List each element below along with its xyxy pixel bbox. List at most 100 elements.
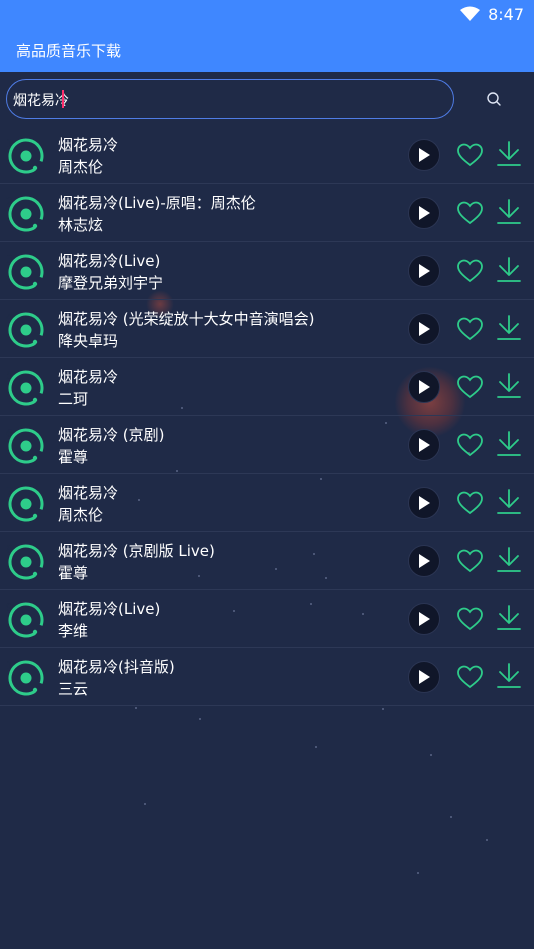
play-button[interactable]: [408, 197, 440, 229]
search-input[interactable]: [11, 87, 445, 113]
song-artist: 摩登兄弟刘宇宁: [58, 274, 164, 292]
background-dot: [135, 707, 137, 709]
text-cursor: [62, 90, 64, 108]
song-title: 烟花易冷(Live): [58, 600, 161, 618]
song-row[interactable]: 3 烟花易冷(Live) 摩登兄弟刘宇宁: [0, 243, 534, 300]
download-icon[interactable]: [496, 198, 522, 226]
music-disc-icon: [8, 486, 44, 522]
song-row[interactable]: 5 烟花易冷 二珂: [0, 359, 534, 416]
song-row[interactable]: 4 烟花易冷 (光荣绽放十大女中音演唱会) 降央卓玛: [0, 301, 534, 358]
search-icon: [487, 92, 501, 106]
song-artist: 霍尊: [58, 564, 89, 582]
download-icon[interactable]: [496, 372, 522, 400]
song-artist: 霍尊: [58, 448, 89, 466]
heart-icon[interactable]: [457, 665, 483, 689]
status-bar: 8:47: [0, 0, 534, 28]
song-row[interactable]: 2 烟花易冷(Live)-原唱：周杰伦 林志炫: [0, 185, 534, 242]
song-artist: 李维: [58, 622, 89, 640]
song-title: 烟花易冷: [58, 136, 119, 154]
song-artist: 周杰伦: [58, 158, 104, 176]
background-dot: [315, 746, 317, 748]
music-disc-icon: [8, 428, 44, 464]
play-button[interactable]: [408, 487, 440, 519]
song-artist: 降央卓玛: [58, 332, 119, 350]
song-title: 烟花易冷 (光荣绽放十大女中音演唱会): [58, 310, 315, 328]
music-disc-icon: [8, 196, 44, 232]
play-button[interactable]: [408, 603, 440, 635]
music-disc-icon: [8, 660, 44, 696]
song-row[interactable]: 7 烟花易冷 周杰伦: [0, 475, 534, 532]
background-dot: [417, 872, 419, 874]
song-title: 烟花易冷(Live)-原唱：周杰伦: [58, 194, 256, 212]
heart-icon[interactable]: [457, 549, 483, 573]
background-dot: [199, 718, 201, 720]
song-title: 烟花易冷 (京剧): [58, 426, 165, 444]
play-icon: [419, 496, 430, 510]
song-title: 烟花易冷(Live): [58, 252, 161, 270]
song-artist: 三云: [58, 680, 89, 698]
background-dot: [486, 839, 488, 841]
search-button[interactable]: [474, 80, 514, 118]
song-artist: 二珂: [58, 390, 89, 408]
music-disc-icon: [8, 138, 44, 174]
download-icon[interactable]: [496, 488, 522, 516]
song-row[interactable]: 6 烟花易冷 (京剧) 霍尊: [0, 417, 534, 474]
song-row[interactable]: 9 烟花易冷(Live) 李维: [0, 591, 534, 648]
wifi-icon: [460, 6, 481, 21]
music-disc-icon: [8, 312, 44, 348]
play-icon: [419, 554, 430, 568]
background-dot: [382, 708, 384, 710]
song-title: 烟花易冷 (京剧版 Live): [58, 542, 215, 560]
background-dot: [450, 816, 452, 818]
download-icon[interactable]: [496, 662, 522, 690]
download-icon[interactable]: [496, 604, 522, 632]
song-title: 烟花易冷: [58, 484, 119, 502]
status-time: 8:47: [488, 4, 524, 24]
play-button[interactable]: [408, 255, 440, 287]
play-icon: [419, 264, 430, 278]
play-icon: [419, 206, 430, 220]
heart-icon[interactable]: [457, 143, 483, 167]
music-disc-icon: [8, 544, 44, 580]
download-icon[interactable]: [496, 546, 522, 574]
music-disc-icon: [8, 370, 44, 406]
play-icon: [419, 670, 430, 684]
background-dot: [144, 803, 146, 805]
play-icon: [419, 612, 430, 626]
heart-icon[interactable]: [457, 317, 483, 341]
app-bar: 高品质音乐下载: [0, 28, 534, 72]
play-icon: [419, 148, 430, 162]
play-button[interactable]: [408, 429, 440, 461]
music-disc-icon: [8, 254, 44, 290]
heart-icon[interactable]: [457, 491, 483, 515]
search-field[interactable]: [6, 79, 454, 119]
background-dot: [430, 754, 432, 756]
play-button[interactable]: [408, 139, 440, 171]
heart-icon[interactable]: [457, 201, 483, 225]
song-title: 烟花易冷: [58, 368, 119, 386]
play-icon: [419, 322, 430, 336]
download-icon[interactable]: [496, 256, 522, 284]
download-icon[interactable]: [496, 430, 522, 458]
heart-icon[interactable]: [457, 607, 483, 631]
download-icon[interactable]: [496, 314, 522, 342]
song-row[interactable]: 10 烟花易冷(抖音版) 三云: [0, 649, 534, 706]
song-row[interactable]: 1 烟花易冷 周杰伦: [0, 127, 534, 184]
play-icon: [419, 438, 430, 452]
song-artist: 周杰伦: [58, 506, 104, 524]
song-artist: 林志炫: [58, 216, 104, 234]
app-title: 高品质音乐下载: [16, 42, 122, 60]
download-icon[interactable]: [496, 140, 522, 168]
play-button[interactable]: [408, 313, 440, 345]
song-row[interactable]: 8 烟花易冷 (京剧版 Live) 霍尊: [0, 533, 534, 590]
music-disc-icon: [8, 602, 44, 638]
play-icon: [419, 380, 430, 394]
song-title: 烟花易冷(抖音版): [58, 658, 175, 676]
heart-icon[interactable]: [457, 375, 483, 399]
heart-icon[interactable]: [457, 259, 483, 283]
play-button[interactable]: [408, 661, 440, 693]
heart-icon[interactable]: [457, 433, 483, 457]
song-list: 1 烟花易冷 周杰伦 2 烟花易冷(Live)-原唱：周杰伦 林志炫 3 烟花易…: [0, 127, 534, 707]
play-button[interactable]: [408, 371, 440, 403]
play-button[interactable]: [408, 545, 440, 577]
